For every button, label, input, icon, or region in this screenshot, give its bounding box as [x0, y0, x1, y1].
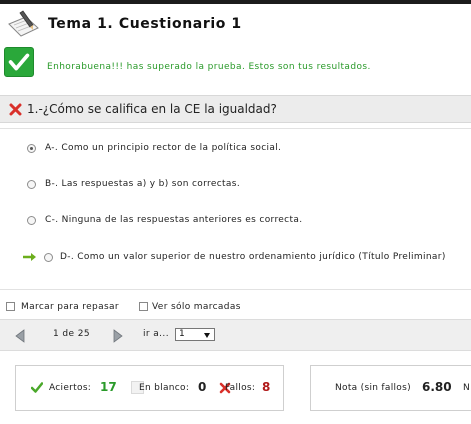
show-marked-checkbox[interactable]: [139, 302, 148, 311]
answer-option-b[interactable]: B-. Las respuestas a) y b) son correctas…: [0, 177, 471, 195]
option-label: A-. Como un principio rector de la polít…: [45, 143, 282, 153]
pagination-bar: 1 de 25 ir a... 1: [0, 319, 471, 351]
option-label: B-. Las respuestas a) y b) son correctas…: [45, 179, 241, 189]
question-header: 1.-¿Cómo se califica en la CE la igualda…: [0, 95, 471, 123]
radio-option-c[interactable]: [27, 216, 36, 225]
success-message: Enhorabuena!!! has superado la prueba. E…: [47, 62, 371, 72]
success-check-icon: [4, 47, 34, 77]
quiz-pencil-icon: [8, 10, 39, 37]
page-indicator: 1 de 25: [53, 329, 90, 339]
next-page-icon[interactable]: [112, 329, 124, 343]
answer-options: A-. Como un principio rector de la polít…: [0, 128, 471, 290]
page-title: Tema 1. Cuestionario 1: [48, 16, 242, 32]
mark-review-checkbox[interactable]: [6, 302, 15, 311]
option-label: D-. Como un valor superior de nuestro or…: [60, 252, 446, 262]
goto-page-value: 1: [179, 329, 185, 339]
previous-page-icon[interactable]: [14, 329, 26, 343]
answer-option-d[interactable]: D-. Como un valor superior de nuestro or…: [0, 250, 471, 268]
radio-option-d[interactable]: [44, 253, 53, 262]
show-marked-label[interactable]: Ver sólo marcadas: [152, 302, 241, 312]
grade-label: Nota (sin fallos): [335, 383, 411, 393]
radio-option-b[interactable]: [27, 180, 36, 189]
answer-option-c[interactable]: C-. Ninguna de las respuestas anteriores…: [0, 213, 471, 231]
review-controls: Marcar para repasar Ver sólo marcadas: [6, 301, 466, 315]
goto-label: ir a...: [143, 329, 169, 339]
radio-option-a[interactable]: [27, 144, 36, 153]
blank-count: 0: [198, 380, 207, 394]
mark-review-label[interactable]: Marcar para repasar: [21, 302, 119, 312]
question-text: 1.-¿Cómo se califica en la CE la igualda…: [27, 102, 277, 116]
quiz-header: Tema 1. Cuestionario 1: [6, 10, 466, 42]
correct-check-icon: [31, 382, 43, 393]
grade-summary: Nota (sin fallos) 6.80 N: [310, 365, 471, 411]
correct-label: Aciertos:: [49, 383, 92, 393]
option-label: C-. Ninguna de las respuestas anteriores…: [45, 215, 303, 225]
grade-value: 6.80: [422, 380, 452, 394]
fail-label: Fallos:: [225, 383, 256, 393]
blank-label: En blanco:: [139, 383, 190, 393]
success-banner: Enhorabuena!!! has superado la prueba. E…: [4, 47, 464, 79]
top-bar: [0, 0, 471, 4]
grade-next-label: N: [463, 383, 470, 393]
chevron-down-icon: [204, 333, 210, 338]
wrong-answer-icon: [9, 103, 22, 116]
fail-count: 8: [262, 380, 271, 394]
goto-page-select[interactable]: 1: [175, 328, 215, 341]
answer-option-a[interactable]: A-. Como un principio rector de la polít…: [0, 141, 471, 159]
correct-count: 17: [100, 380, 117, 394]
results-summary: Aciertos: 17 En blanco: 0 Fallos: 8: [15, 365, 284, 411]
correct-answer-arrow-icon: [23, 253, 36, 261]
